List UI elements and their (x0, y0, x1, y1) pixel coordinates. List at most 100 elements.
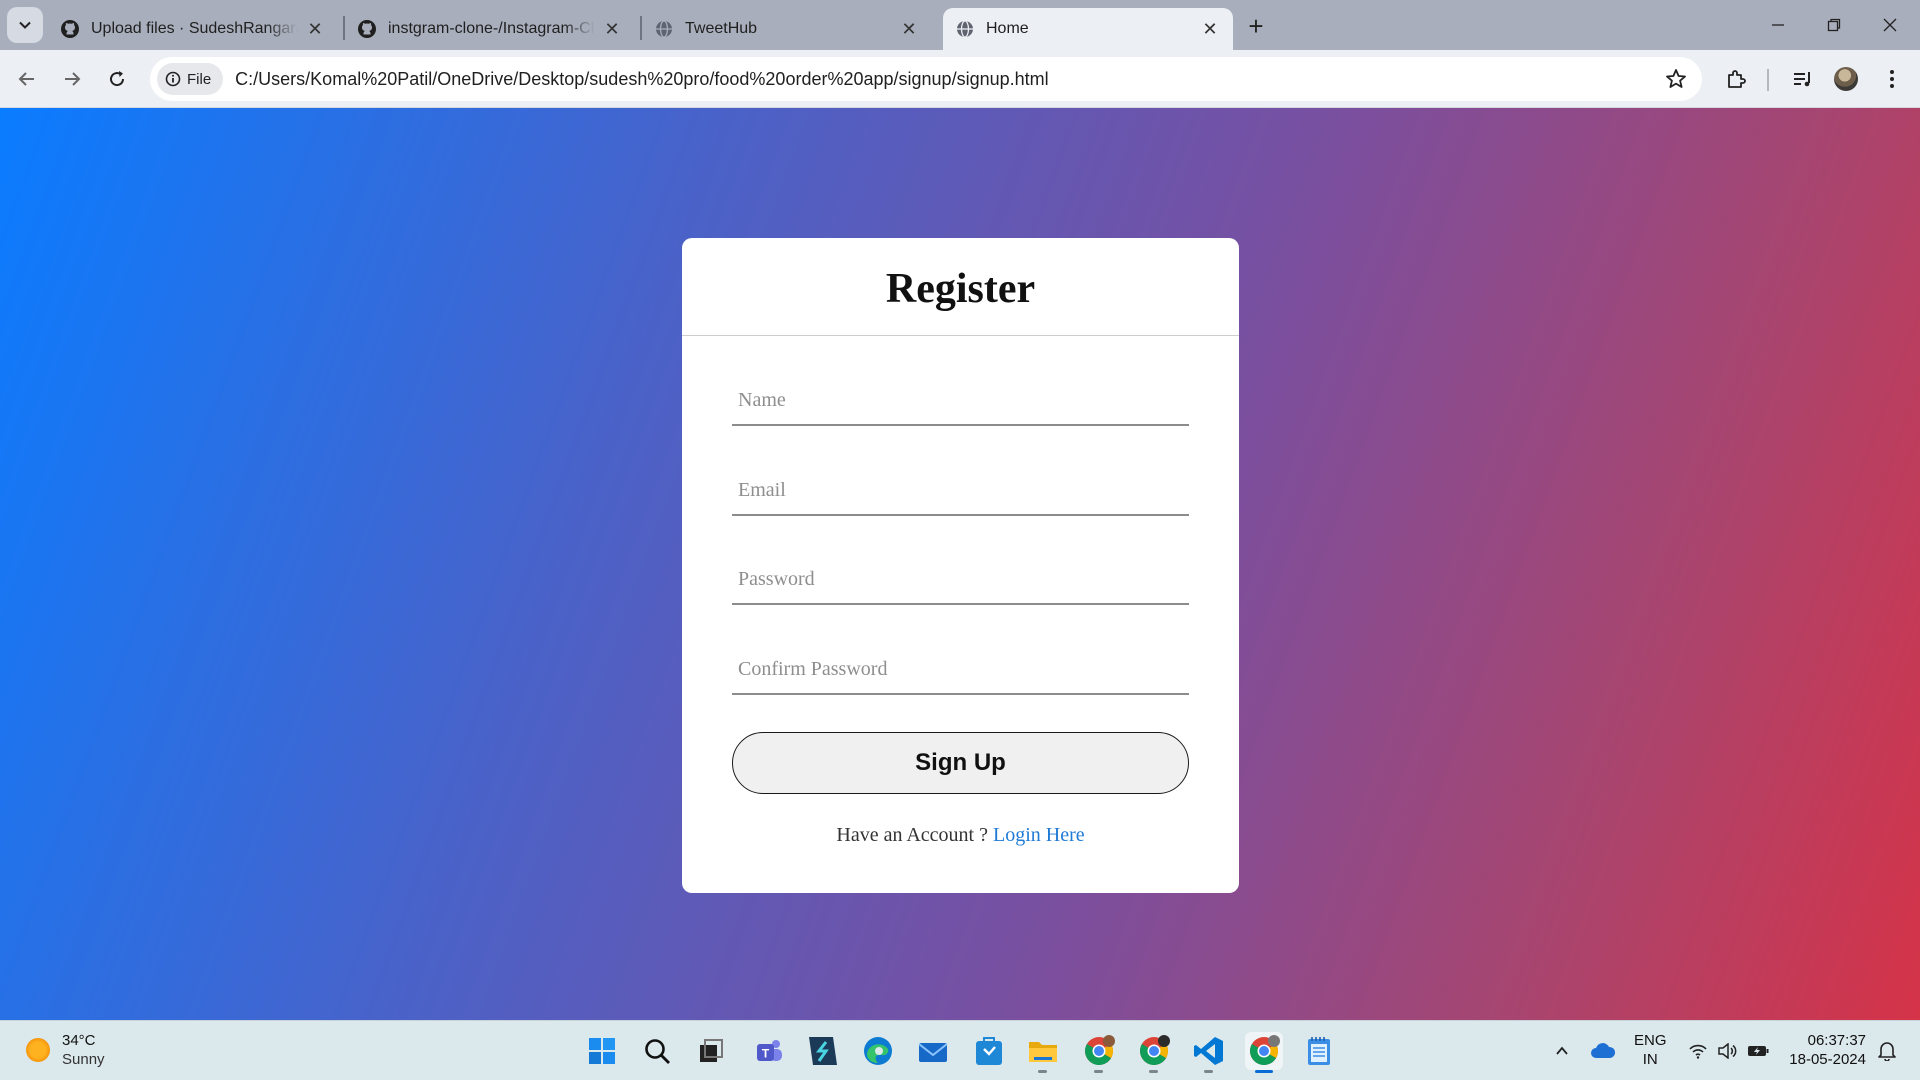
site-info-chip[interactable]: File (157, 63, 224, 95)
github-icon (357, 19, 377, 39)
stack-app[interactable] (804, 1032, 842, 1070)
browser-toolbar: File C:/Users/Komal%20Patil/OneDrive/Des… (0, 50, 1920, 108)
url-text[interactable]: C:/Users/Komal%20Patil/OneDrive/Desktop/… (235, 69, 1048, 90)
onedrive-tray-button[interactable] (1586, 1031, 1620, 1071)
start-button[interactable] (583, 1032, 621, 1070)
reload-button[interactable] (99, 61, 135, 97)
avatar (1834, 67, 1858, 91)
wifi-tray-button[interactable] (1686, 1031, 1710, 1071)
running-indicator (1094, 1070, 1103, 1073)
profile-button[interactable] (1828, 61, 1864, 97)
notepad-app[interactable] (1300, 1032, 1338, 1070)
svg-text:T: T (762, 1047, 770, 1061)
github-icon (60, 19, 80, 39)
register-card: Register Sign Up Have an Account ? Login… (682, 238, 1239, 893)
folder-icon (1029, 1042, 1057, 1062)
login-prompt-text: Have an Account ? (836, 824, 988, 846)
vscode-app[interactable] (1190, 1032, 1228, 1073)
restore-button[interactable] (1806, 0, 1862, 50)
show-hidden-icons-button[interactable] (1550, 1031, 1574, 1071)
name-input[interactable] (732, 382, 1189, 418)
restore-icon (1827, 18, 1841, 32)
arrow-right-icon (65, 72, 81, 86)
file-explorer-app[interactable] (1024, 1032, 1062, 1073)
arrow-left-icon (18, 72, 34, 86)
chevron-up-icon (1556, 1046, 1568, 1055)
minimize-icon (1772, 24, 1784, 26)
battery-tray-button[interactable] (1744, 1031, 1772, 1071)
wifi-icon (1689, 1044, 1707, 1059)
mail-icon (918, 1043, 948, 1062)
tab-home[interactable]: Home ✕ (943, 8, 1233, 50)
close-icon[interactable]: ✕ (898, 18, 920, 40)
close-window-button[interactable] (1862, 0, 1918, 50)
password-input[interactable] (732, 561, 1189, 597)
clock[interactable]: 06:37:37 18-05-2024 (1789, 1031, 1866, 1069)
mail-app[interactable] (914, 1032, 952, 1070)
close-icon[interactable]: ✕ (601, 18, 623, 40)
running-indicator (1149, 1070, 1158, 1073)
email-input[interactable] (732, 472, 1189, 508)
globe-icon (654, 19, 674, 39)
menu-button[interactable] (1874, 61, 1910, 97)
reload-icon (110, 71, 125, 87)
teams-app[interactable]: T (750, 1032, 788, 1070)
sign-up-button[interactable]: Sign Up (732, 732, 1189, 794)
star-icon (1666, 69, 1686, 88)
task-view-button[interactable] (692, 1032, 730, 1070)
running-indicator (1038, 1070, 1047, 1073)
cloud-icon (1591, 1043, 1616, 1058)
extensions-button[interactable] (1718, 61, 1754, 97)
edge-icon (864, 1037, 892, 1065)
chrome-icon (1140, 1035, 1170, 1065)
login-link[interactable]: Login Here (993, 824, 1085, 846)
puzzle-icon (1728, 70, 1746, 88)
more-vert-icon (1890, 70, 1894, 88)
weather-widget[interactable]: 34°C Sunny (26, 1031, 105, 1069)
running-indicator (1255, 1070, 1273, 1073)
notifications-button[interactable] (1874, 1031, 1900, 1071)
chrome-app-3[interactable] (1245, 1032, 1283, 1073)
page-viewport: Register Sign Up Have an Account ? Login… (0, 108, 1920, 1020)
vscode-icon (1194, 1037, 1223, 1065)
taskbar: 34°C Sunny T ENG IN 06:37:37 18-05-2024 (0, 1020, 1920, 1080)
globe-icon (955, 19, 975, 39)
bookmark-star-button[interactable] (1664, 67, 1688, 91)
toolbar-divider (1767, 69, 1769, 91)
clock-date: 18-05-2024 (1789, 1051, 1866, 1068)
tab-search-button[interactable] (7, 7, 43, 43)
minimize-button[interactable] (1750, 0, 1806, 50)
chrome-app-2[interactable] (1135, 1032, 1173, 1073)
media-control-button[interactable] (1784, 61, 1820, 97)
address-bar[interactable]: File C:/Users/Komal%20Patil/OneDrive/Des… (150, 57, 1702, 101)
info-icon (165, 71, 181, 87)
bell-icon (1878, 1042, 1896, 1061)
edge-app[interactable] (859, 1032, 897, 1070)
store-app[interactable] (970, 1032, 1008, 1070)
back-button[interactable] (9, 61, 45, 97)
chrome-app-1[interactable] (1080, 1032, 1118, 1073)
tab-instagram-clone[interactable]: instgram-clone-/Instagram-Clo ✕ (345, 8, 635, 50)
tab-upload-files[interactable]: Upload files · SudeshRangaraoP ✕ (48, 8, 338, 50)
clock-time: 06:37:37 (1807, 1032, 1866, 1049)
volume-tray-button[interactable] (1714, 1031, 1740, 1071)
weather-desc: Sunny (62, 1051, 105, 1068)
close-icon[interactable]: ✕ (304, 18, 326, 40)
weather-temp: 34°C (62, 1032, 96, 1049)
tab-tweethub[interactable]: TweetHub ✕ (642, 8, 932, 50)
taskbar-search-button[interactable] (638, 1032, 676, 1070)
close-icon[interactable]: ✕ (1199, 18, 1221, 40)
name-field (732, 366, 1189, 426)
notepad-icon (1308, 1037, 1330, 1065)
password-field (732, 545, 1189, 605)
store-icon (976, 1037, 1002, 1065)
running-indicator (1204, 1070, 1213, 1073)
close-icon (1883, 18, 1897, 32)
region-code: IN (1642, 1051, 1658, 1068)
language-indicator[interactable]: ENG IN (1634, 1031, 1667, 1069)
forward-button[interactable] (54, 61, 90, 97)
battery-charging-icon (1748, 1046, 1769, 1056)
new-tab-button[interactable]: + (1240, 10, 1272, 42)
confirm-password-input[interactable] (732, 651, 1189, 687)
task-view-icon (700, 1039, 723, 1062)
